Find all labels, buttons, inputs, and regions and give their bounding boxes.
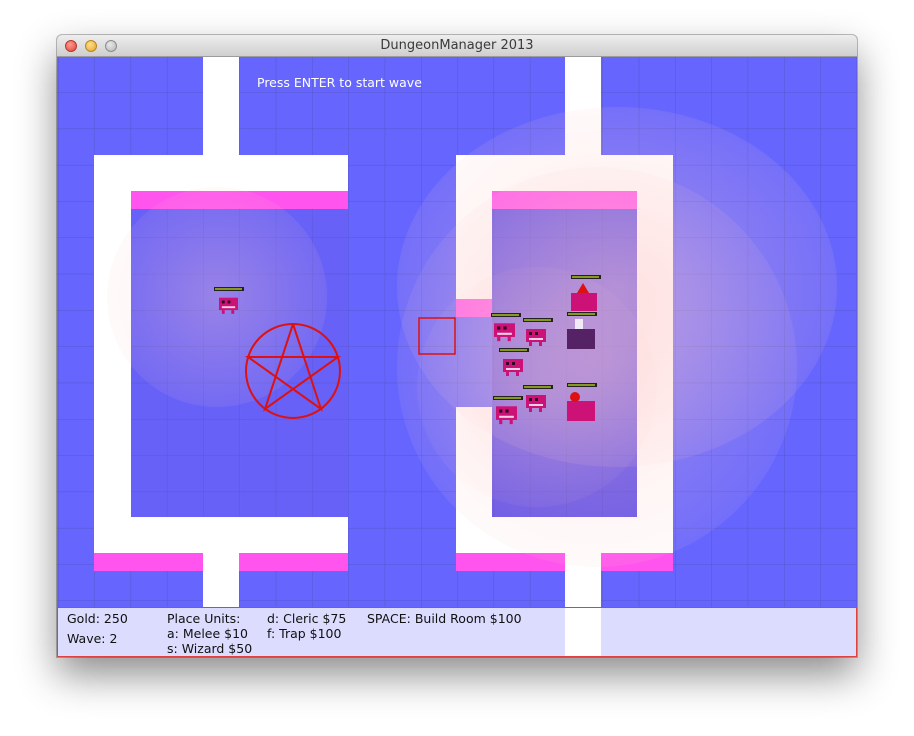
trap-option[interactable]: f: Trap $100	[267, 626, 341, 641]
wall	[203, 553, 239, 607]
dungeon-map[interactable]: Press ENTER to start wave	[57, 57, 857, 607]
place-units-heading: Place Units:	[167, 611, 241, 626]
wall	[94, 517, 348, 553]
door-strip	[239, 553, 348, 571]
cleric-option[interactable]: d: Cleric $75	[267, 611, 346, 626]
wizard-option[interactable]: s: Wizard $50	[167, 641, 252, 656]
monster-sprite	[214, 287, 244, 291]
wave-counter: Wave: 2	[67, 631, 118, 646]
game-board[interactable]: Press ENTER to start wave	[57, 57, 857, 607]
build-room-option[interactable]: SPACE: Build Room $100	[367, 611, 522, 626]
aura-glow	[107, 187, 327, 407]
window-title: DungeonManager 2013	[380, 38, 534, 53]
title-bar: DungeonManager 2013	[57, 35, 857, 57]
door-strip	[94, 553, 203, 571]
wall	[565, 608, 601, 656]
gold-counter: Gold: 250	[67, 611, 128, 626]
status-panel: Gold: 250 Wave: 2 Place Units: a: Melee …	[57, 607, 857, 657]
start-wave-prompt: Press ENTER to start wave	[257, 75, 422, 90]
melee-option[interactable]: a: Melee $10	[167, 626, 248, 641]
game-window: DungeonManager 2013 Press ENTER to start…	[57, 35, 857, 657]
